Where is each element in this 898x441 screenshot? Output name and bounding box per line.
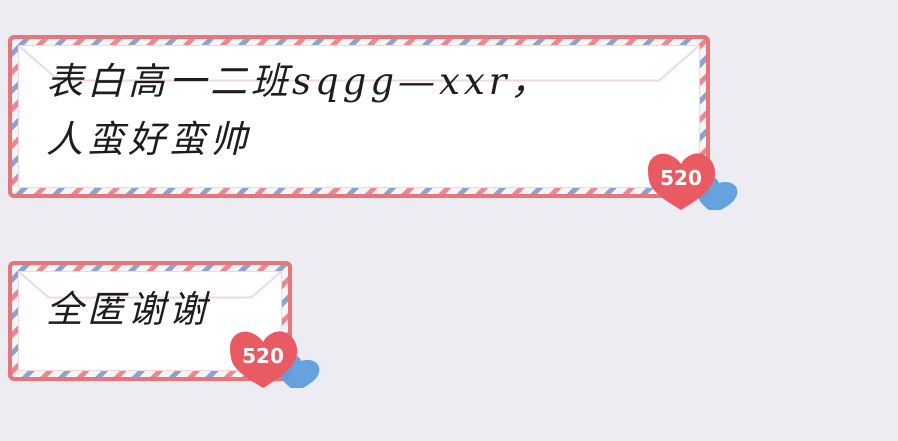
message-text: 表白高一二班sqgg—xxr， 人蛮好蛮帅 xyxy=(46,60,552,161)
message-bubble-1[interactable]: 表白高一二班sqgg—xxr， 人蛮好蛮帅 xyxy=(8,35,710,198)
heart-520-badge: 520 xyxy=(230,331,320,388)
badge-text: 520 xyxy=(660,166,702,190)
message-text: 全匿谢谢 xyxy=(46,288,210,331)
badge-text: 520 xyxy=(242,344,284,368)
heart-520-badge: 520 xyxy=(648,153,738,210)
